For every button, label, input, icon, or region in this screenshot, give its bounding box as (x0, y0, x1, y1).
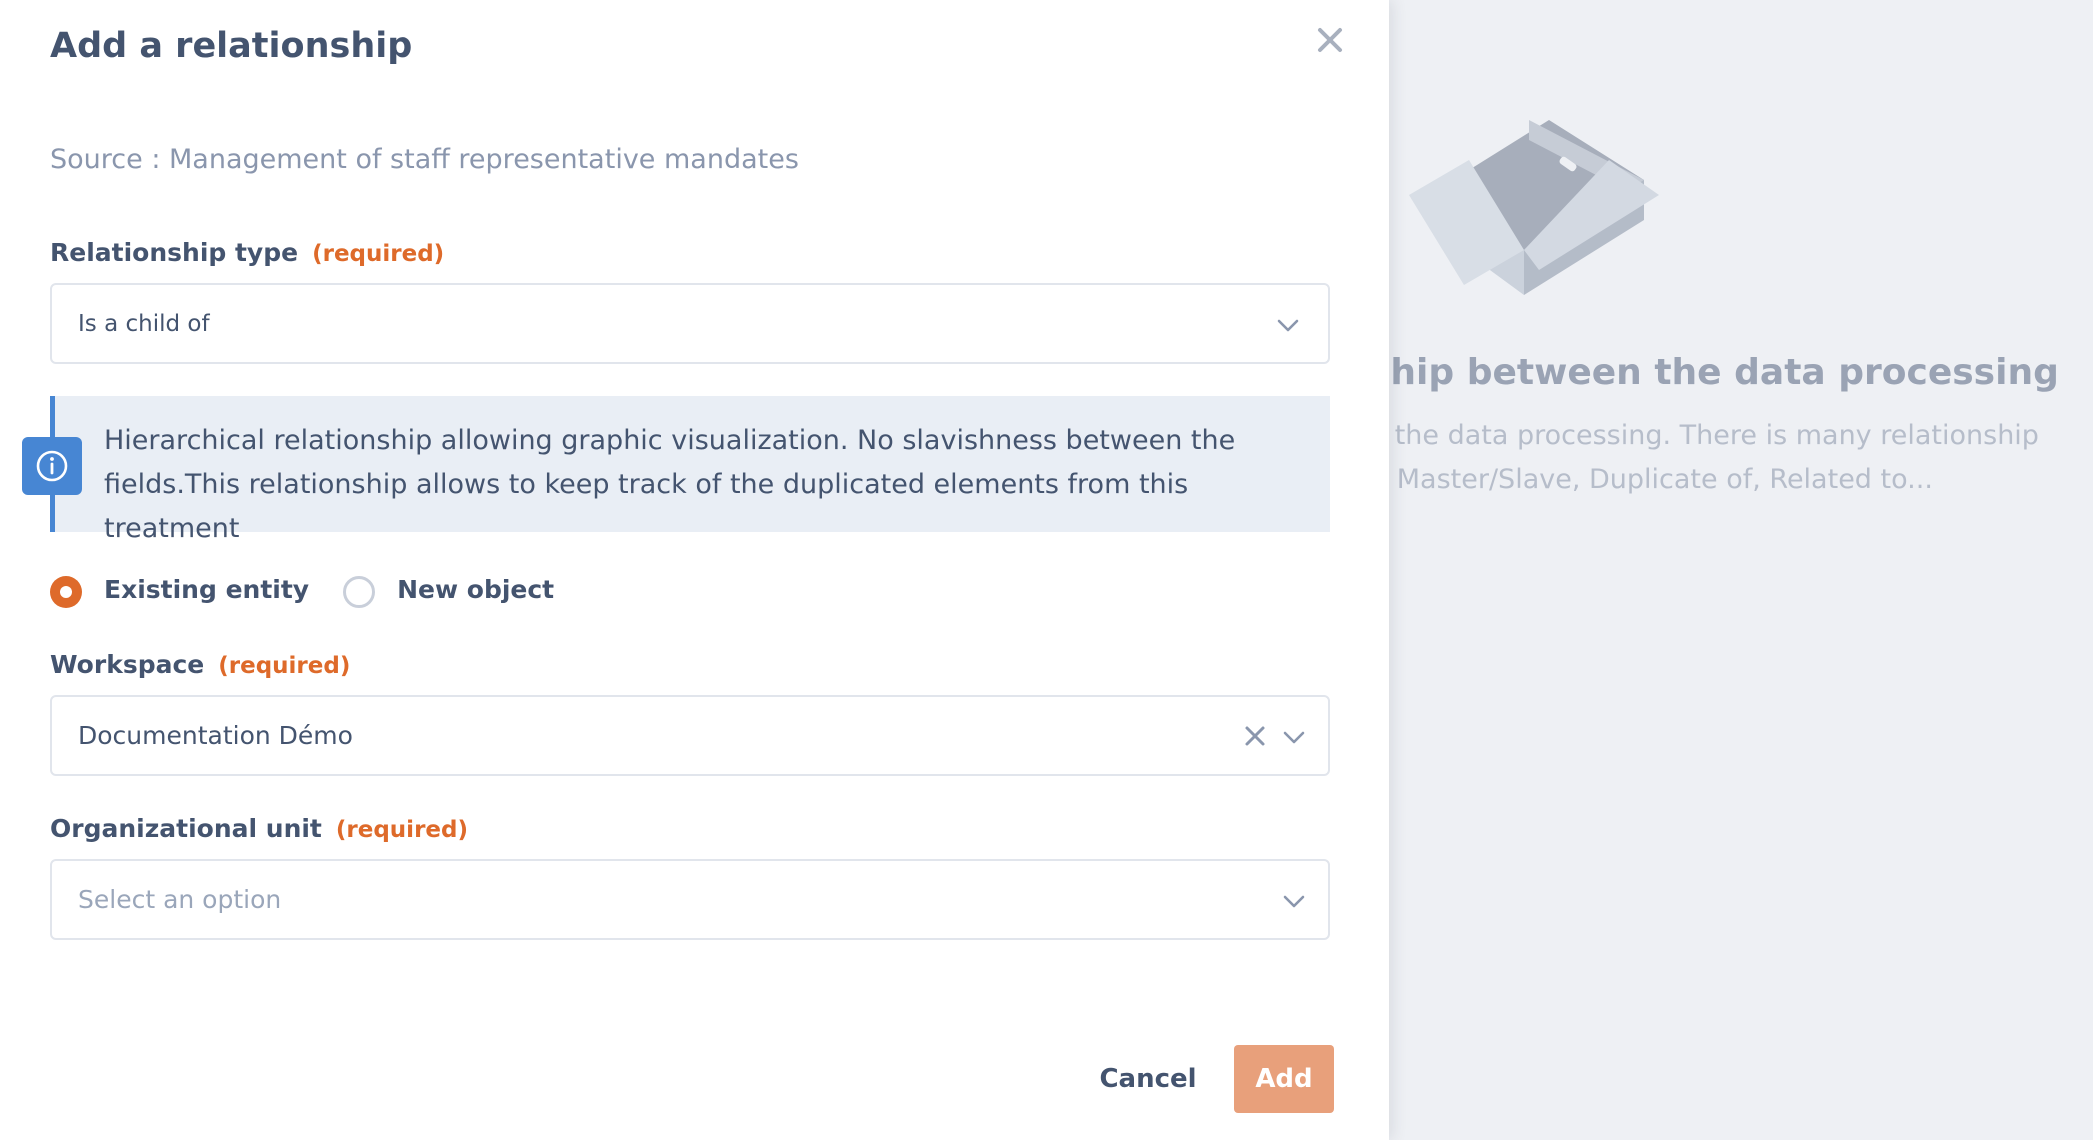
modal-title: Add a relationship (50, 26, 413, 66)
new-object-radio[interactable] (343, 576, 376, 608)
clear-workspace-button[interactable] (1240, 721, 1270, 751)
info-text: Hierarchical relationship allowing graph… (104, 425, 1236, 544)
info-icon (36, 450, 68, 482)
close-button[interactable] (1310, 20, 1350, 60)
background-description: n the data processing. There is many rel… (1389, 414, 2069, 502)
source-text: Source : Management of staff representat… (50, 144, 799, 175)
clear-icon (1245, 726, 1265, 746)
background-page: ship between the data processing n the d… (1389, 0, 2093, 1140)
workspace-label-text: Workspace (50, 650, 205, 679)
cancel-button[interactable]: Cancel (1092, 1046, 1204, 1112)
existing-entity-label[interactable]: Existing entity (104, 575, 309, 604)
background-heading: ship between the data processing (1389, 352, 2059, 393)
chevron-down-icon (1283, 895, 1305, 908)
workspace-label: Workspace (required) (50, 650, 350, 679)
organizational-unit-label-text: Organizational unit (50, 814, 322, 843)
close-icon (1318, 28, 1342, 52)
new-object-label[interactable]: New object (397, 575, 554, 604)
required-marker: (required) (312, 241, 445, 267)
required-marker: (required) (335, 817, 468, 843)
relationship-type-value: Is a child of (78, 310, 210, 337)
background-description-line: t, Master/Slave, Duplicate of, Related t… (1389, 464, 1933, 495)
existing-entity-radio[interactable] (50, 576, 82, 608)
required-marker: (required) (218, 653, 351, 679)
relationship-type-select[interactable]: Is a child of (50, 283, 1330, 364)
relationship-type-label-text: Relationship type (50, 238, 299, 267)
add-relationship-modal: Add a relationship Source : Management o… (0, 0, 1389, 1140)
chevron-down-icon (1277, 319, 1299, 332)
workspace-select[interactable]: Documentation Démo (50, 695, 1330, 776)
background-description-line: n the data processing. There is many rel… (1389, 420, 2039, 451)
organizational-unit-select[interactable]: Select an option (50, 859, 1330, 940)
add-button[interactable]: Add (1234, 1045, 1334, 1113)
target-mode-radio-group: Existing entity New object (50, 570, 554, 608)
info-badge (22, 437, 82, 495)
chevron-down-icon (1283, 731, 1305, 744)
relationship-type-label: Relationship type (required) (50, 238, 444, 267)
empty-box-illustration (1409, 120, 1659, 295)
organizational-unit-label: Organizational unit (required) (50, 814, 468, 843)
workspace-value: Documentation Démo (78, 721, 353, 750)
radio-dot (60, 586, 72, 598)
organizational-unit-placeholder: Select an option (78, 885, 282, 914)
